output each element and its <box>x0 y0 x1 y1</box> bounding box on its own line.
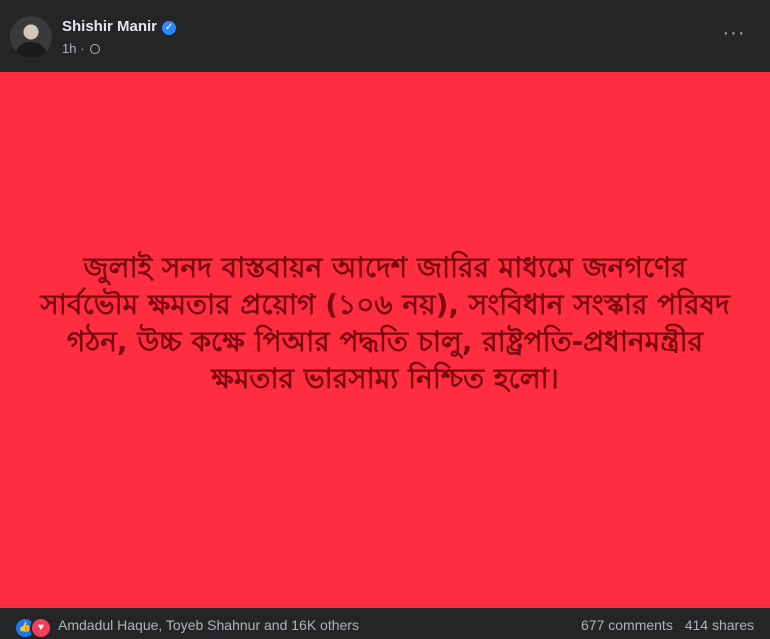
post-footer: 👍 ♥ Amdadul Haque, Toyeb Shahnur and 16K… <box>0 608 770 639</box>
love-icon: ♥ <box>30 617 52 639</box>
post-time[interactable]: 1h <box>62 41 76 56</box>
post-meta: 1h · <box>62 41 101 56</box>
verified-badge-icon: ✓ <box>162 21 177 35</box>
author-name[interactable]: Shishir Manir <box>62 18 157 35</box>
facebook-post: Shishir Manir ✓ 1h · ··· জুলাই সনদ বাস্তব… <box>0 0 770 639</box>
post-stats: 677 comments 414 shares <box>581 617 754 633</box>
author-avatar[interactable] <box>10 16 52 58</box>
post-content-background: জুলাই সনদ বাস্তবায়ন আদেশ জারির মাধ্যমে … <box>0 72 770 608</box>
reactors-text[interactable]: Amdadul Haque, Toyeb Shahnur and 16K oth… <box>58 617 359 633</box>
author-name-row: Shishir Manir ✓ <box>62 18 177 35</box>
meta-separator: · <box>80 41 85 56</box>
shares-count[interactable]: 414 shares <box>685 617 754 633</box>
globe-icon[interactable] <box>90 44 101 54</box>
avatar-silhouette <box>16 42 46 58</box>
post-header: Shishir Manir ✓ 1h · ··· <box>0 0 770 72</box>
more-options-icon[interactable]: ··· <box>718 22 750 50</box>
comments-count[interactable]: 677 comments <box>581 617 673 633</box>
post-text: জুলাই সনদ বাস্তবায়ন আদেশ জারির মাধ্যমে … <box>40 251 730 395</box>
